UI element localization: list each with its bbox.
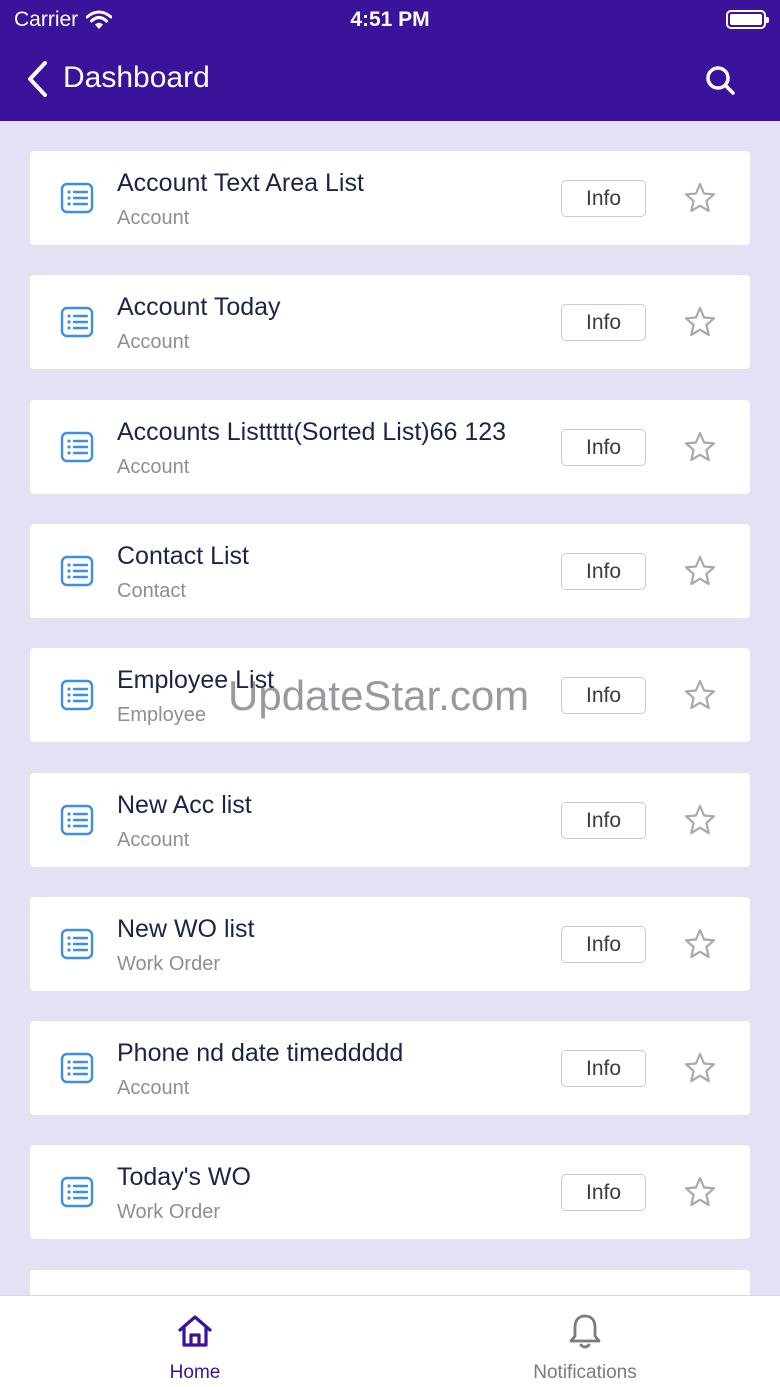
list-icon [60,1052,94,1084]
info-button[interactable]: Info [561,926,646,963]
favorite-star-icon[interactable] [683,678,717,712]
favorite-star-icon[interactable] [683,554,717,588]
search-icon [706,66,735,95]
tab-bar: Home Notifications [0,1295,780,1387]
info-button[interactable]: Info [561,1050,646,1087]
favorite-star-icon[interactable] [683,305,717,339]
info-button[interactable]: Info [561,304,646,341]
item-subtitle: Account [117,1077,190,1099]
item-subtitle: Account [117,456,190,478]
item-subtitle: Work Order [117,1201,220,1223]
list-item[interactable]: New WO list Work Order Info [30,897,750,991]
list-item[interactable] [30,1270,750,1295]
favorite-star-icon[interactable] [683,803,717,837]
list-icon [60,555,94,587]
favorite-star-icon[interactable] [683,927,717,961]
favorite-star-icon[interactable] [683,1051,717,1085]
page-title: Dashboard [63,61,210,94]
tab-notifications[interactable]: Notifications [390,1296,780,1387]
item-subtitle: Contact [117,580,186,602]
list-icon [60,679,94,711]
info-button[interactable]: Info [561,802,646,839]
item-title: Account Today [117,293,281,321]
navigation-bar: Dashboard [0,40,780,121]
list-icon [60,928,94,960]
item-title: Accounts Listtttt(Sorted List)66 123 [117,418,507,446]
list-item[interactable]: Phone nd date timeddddd Account Info [30,1021,750,1115]
info-button[interactable]: Info [561,429,646,466]
chevron-left-icon [28,61,47,97]
list-icon [60,182,94,214]
item-title: Account Text Area List [117,169,364,197]
list-item[interactable]: Accounts Listtttt(Sorted List)66 123 Acco… [30,400,750,494]
item-subtitle: Account [117,207,190,229]
item-subtitle: Account [117,331,190,353]
list-item[interactable]: Account Today Account Info [30,275,750,369]
tab-home[interactable]: Home [0,1296,390,1387]
tab-notifications-label: Notifications [533,1362,637,1383]
home-icon [178,1315,212,1347]
app-header: Carrier 4:51 PM Dashboard [0,0,780,121]
item-subtitle: Account [117,829,190,851]
list-item[interactable]: Account Text Area List Account Info [30,151,750,245]
list-icon [60,306,94,338]
list-item[interactable]: Contact List Contact Info [30,524,750,618]
item-title: Contact List [117,542,250,570]
bell-icon [569,1314,601,1349]
item-subtitle: Work Order [117,953,220,975]
favorite-star-icon[interactable] [683,1175,717,1209]
status-time: 4:51 PM [350,8,430,31]
favorite-star-icon[interactable] [683,181,717,215]
info-button[interactable]: Info [561,553,646,590]
item-title: Phone nd date timeddddd [117,1039,404,1067]
status-bar: Carrier 4:51 PM [0,0,780,40]
info-button[interactable]: Info [561,677,646,714]
list-item[interactable]: New Acc list Account Info [30,773,750,867]
info-button[interactable]: Info [561,180,646,217]
favorite-star-icon[interactable] [683,430,717,464]
battery-icon [726,10,769,29]
watermark-text: UpdateStar.com [228,672,530,719]
list-icon [60,1176,94,1208]
item-subtitle: Employee [117,704,206,726]
list-icon [60,804,94,836]
search-button[interactable] [700,60,740,100]
tab-home-label: Home [169,1362,221,1383]
item-title: New WO list [117,915,255,943]
list-icon [60,431,94,463]
item-title: Today's WO [117,1163,251,1191]
item-title: New Acc list [117,791,252,819]
back-button[interactable] [20,58,54,100]
info-button[interactable]: Info [561,1174,646,1211]
list-item[interactable]: Today's WO Work Order Info [30,1145,750,1239]
